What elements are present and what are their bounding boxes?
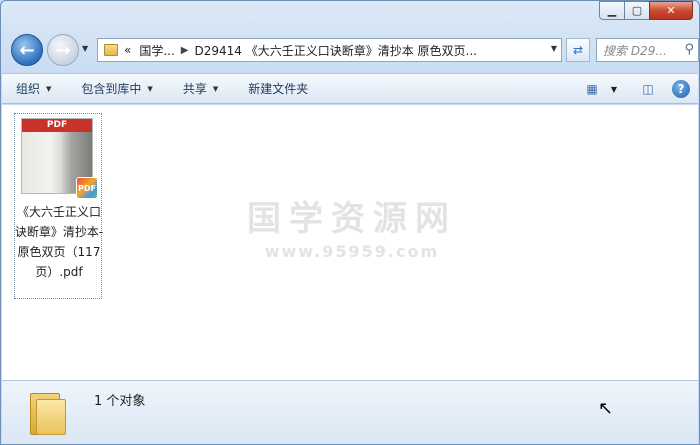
file-item[interactable]: PDF PDF 《大六壬正义口诀断章》清抄本-原色双页（117页）.pdf [13, 113, 105, 299]
chevron-down-icon: ▼ [46, 84, 52, 93]
preview-pane-icon: ◫ [642, 82, 654, 96]
thumbnail-header: PDF [22, 119, 92, 132]
address-dropdown[interactable]: ▼ [551, 44, 557, 53]
share-label: 共享 [182, 82, 207, 96]
view-dropdown[interactable]: ▼ [604, 79, 624, 99]
caption-buttons: ▁ ▢ ✕ [599, 1, 693, 20]
change-view-button[interactable]: ▦ [582, 79, 602, 99]
preview-pane-button[interactable]: ◫ [638, 79, 658, 99]
organize-label: 组织 [16, 82, 41, 96]
view-icon: ▦ [586, 82, 598, 96]
back-button[interactable]: ← [11, 34, 43, 66]
arrow-left-icon: ← [19, 39, 35, 61]
breadcrumb-item-root[interactable]: 国学... [139, 42, 174, 59]
explorer-window: ▁ ▢ ✕ ← → ▼ « 国学... ▶ D29414 《大六壬正义口诀断章》… [0, 0, 700, 445]
refresh-button[interactable]: ⇄ [566, 38, 590, 62]
share-menu[interactable]: 共享 ▼ [183, 80, 218, 97]
recent-pages-dropdown[interactable]: ▼ [82, 44, 88, 53]
refresh-icon: ⇄ [572, 43, 584, 57]
file-name[interactable]: 《大六壬正义口诀断章》清抄本-原色双页（117页）.pdf [13, 202, 105, 282]
new-folder-button[interactable]: 新建文件夹 [248, 80, 308, 97]
maximize-button[interactable]: ▢ [624, 1, 650, 20]
arrow-right-icon: → [55, 39, 71, 61]
mouse-cursor-icon: ↖ [598, 398, 614, 419]
address-bar[interactable]: « 国学... ▶ D29414 《大六壬正义口诀断章》清抄本 原色双页... … [97, 38, 562, 62]
include-in-library-label: 包含到库中 [81, 82, 142, 96]
minimize-button[interactable]: ▁ [599, 1, 625, 20]
details-pane: 1 个对象 [2, 380, 698, 444]
organize-menu[interactable]: 组织 ▼ [16, 80, 51, 97]
watermark-url: www.95959.com [264, 242, 440, 261]
chevron-down-icon: ▼ [212, 84, 219, 93]
command-bar: 组织 ▼ 包含到库中 ▼ 共享 ▼ 新建文件夹 ▦ ▼ ◫ ? [2, 73, 698, 104]
breadcrumb-item-current[interactable]: D29414 《大六壬正义口诀断章》清抄本 原色双页... [195, 42, 478, 59]
item-count: 1 个对象 [94, 394, 146, 409]
chevron-right-icon[interactable]: ▶ [181, 45, 189, 56]
chevron-down-icon: ▼ [147, 84, 153, 93]
folder-icon [104, 44, 118, 56]
new-folder-label: 新建文件夹 [248, 82, 309, 96]
help-button[interactable]: ? [672, 80, 690, 98]
search-input[interactable]: 搜索 D29... ⚲ [596, 38, 699, 62]
watermark-title: 国学资源网 [247, 199, 457, 239]
breadcrumb-overflow[interactable]: « [124, 43, 131, 57]
pdf-thumbnail: PDF PDF [21, 118, 98, 199]
search-icon[interactable]: ⚲ [684, 42, 694, 57]
include-in-library-menu[interactable]: 包含到库中 ▼ [81, 80, 152, 97]
file-list-area[interactable]: 国学资源网 www.95959.com PDF PDF 《大六壬正义口诀断章》清… [2, 105, 698, 380]
forward-button[interactable]: → [47, 34, 79, 66]
pdf-icon: PDF [76, 177, 98, 199]
view-controls: ▦ ▼ ◫ ? [568, 79, 690, 99]
search-placeholder: 搜索 D29... [603, 43, 667, 58]
navigation-bar: ← → ▼ « 国学... ▶ D29414 《大六壬正义口诀断章》清抄本 原色… [9, 34, 699, 66]
watermark: 国学资源网 www.95959.com [242, 191, 462, 261]
help-icon: ? [677, 82, 685, 96]
folder-icon [30, 389, 70, 435]
close-button[interactable]: ✕ [649, 1, 693, 20]
